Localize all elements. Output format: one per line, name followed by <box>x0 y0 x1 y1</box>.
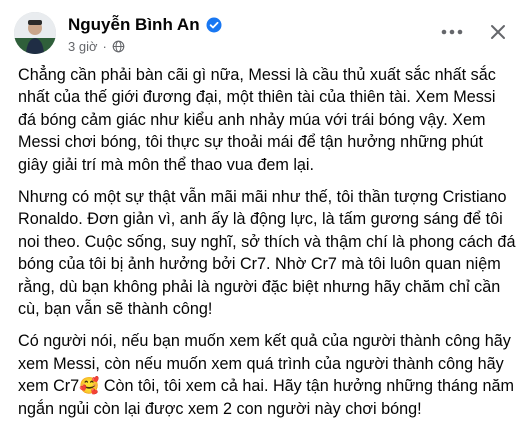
globe-icon[interactable] <box>112 40 125 53</box>
post-actions <box>436 16 514 48</box>
more-options-button[interactable] <box>436 16 468 48</box>
verified-badge-icon <box>206 17 222 33</box>
avatar[interactable] <box>14 12 56 54</box>
post-paragraph: Chẳng cần phải bàn cãi gì nữa, Messi là … <box>18 66 496 174</box>
post-paragraph: Nhưng có một sự thật vẫn mãi mãi như thế… <box>18 188 516 319</box>
post-time[interactable]: 3 giờ <box>68 39 98 54</box>
separator-dot: · <box>102 39 107 54</box>
post-paragraph: Có người nói, nếu bạn muốn xem kết quả c… <box>18 332 515 418</box>
post-meta: Nguyễn Bình An 3 giờ · <box>68 14 222 54</box>
close-icon <box>491 25 505 39</box>
more-horizontal-icon <box>441 29 463 35</box>
close-button[interactable] <box>482 16 514 48</box>
author-row: Nguyễn Bình An <box>68 14 222 36</box>
post-header: Nguyễn Bình An 3 giờ · <box>14 10 514 60</box>
author-name[interactable]: Nguyễn Bình An <box>68 15 200 35</box>
post-subline: 3 giờ · <box>68 39 222 54</box>
facebook-post: Nguyễn Bình An 3 giờ · Chẳng cần phải bà… <box>0 0 528 426</box>
post-body: Chẳng cần phải bàn cãi gì nữa, Messi là … <box>18 64 516 430</box>
avatar-image <box>14 12 56 54</box>
